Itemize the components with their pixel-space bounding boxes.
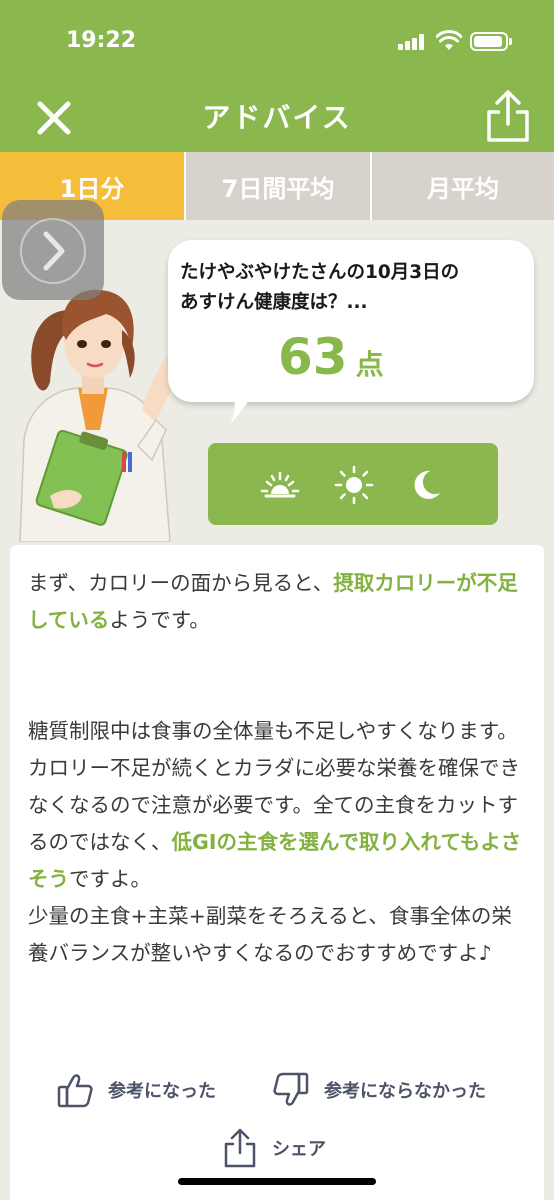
tab-monthly-average[interactable]: 月平均: [370, 152, 554, 220]
time-of-day-panel: [208, 443, 498, 525]
advice-text-part: ようです。: [109, 608, 210, 632]
advice-paragraph-2: 糖質制限中は食事の全体量も不足しやすくなります。カロリー不足が続くとカラダに必要…: [28, 713, 530, 898]
status-time: 19:22: [66, 28, 137, 53]
tab-7day-average[interactable]: 7日間平均: [184, 152, 370, 220]
advisor-character-illustration: [19, 289, 177, 542]
advice-text-part: ですよ。: [69, 867, 151, 891]
advice-paragraph-1: まず、カロリーの面から見ると、摂取カロリーが不足しているようです。: [28, 565, 530, 639]
score-value: 63: [278, 328, 348, 386]
battery-icon: [470, 32, 512, 51]
advice-text-part: まず、カロリーの面から見ると、: [28, 571, 334, 595]
page-title: アドバイス: [202, 101, 352, 134]
thumbs-down-icon: [273, 1072, 309, 1106]
share-icon[interactable]: [480, 86, 536, 146]
thumbs-up-icon: [57, 1074, 93, 1108]
side-panel-toggle[interactable]: [2, 200, 104, 300]
bubble-line-2: あすけん健康度は？...: [180, 292, 368, 313]
not-helpful-button[interactable]: 参考にならなかった: [272, 1068, 486, 1112]
bubble-tail: [230, 392, 254, 424]
chevron-right-icon: [43, 231, 65, 271]
bubble-message: たけやぶやけたさんの10月3日の あすけん健康度は？...: [180, 258, 524, 318]
wifi-icon: [436, 30, 462, 50]
advice-text: まず、カロリーの面から見ると、摂取カロリーが不足しているようです。 糖質制限中は…: [28, 565, 530, 972]
share-label: シェア: [272, 1139, 326, 1160]
helpful-button[interactable]: 参考になった: [56, 1068, 216, 1112]
bubble-line-1: たけやぶやけたさんの10月3日の: [180, 262, 460, 283]
moon-icon[interactable]: [404, 463, 448, 507]
score-unit: 点: [355, 348, 384, 381]
sun-icon[interactable]: [332, 463, 376, 507]
not-helpful-label: 参考にならなかった: [324, 1081, 486, 1102]
nav-bar: アドバイス: [0, 84, 554, 152]
share-button[interactable]: シェア: [222, 1126, 326, 1170]
share-icon: [224, 1128, 256, 1168]
status-bar: 19:22: [0, 0, 554, 84]
score-bubble: たけやぶやけたさんの10月3日の あすけん健康度は？... 63 点: [168, 240, 534, 402]
signal-icon: [398, 34, 426, 50]
sunrise-icon[interactable]: [258, 463, 302, 507]
home-indicator[interactable]: [178, 1178, 376, 1185]
helpful-label: 参考になった: [108, 1081, 216, 1102]
health-score: 63 点: [278, 328, 384, 386]
advice-paragraph-3: 少量の主食+主菜+副菜をそろえると、食事全体の栄養バランスが整いやすくなるのでお…: [28, 904, 512, 965]
